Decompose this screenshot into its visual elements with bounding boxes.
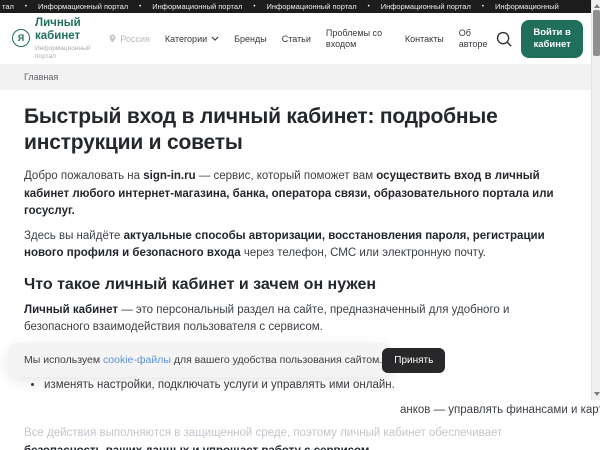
logo-subtitle-line1: Информационный	[35, 44, 91, 52]
logo-title-line2: кабинет	[35, 29, 81, 42]
vertical-scrollbar[interactable]	[591, 0, 600, 400]
chevron-down-icon	[211, 36, 219, 41]
scroll-down-arrow-icon[interactable]	[593, 392, 600, 396]
accept-cookies-button[interactable]: Принять	[382, 347, 446, 373]
security-paragraph: Все действия выполняются в защищенной ср…	[24, 425, 560, 450]
site-logo[interactable]: Я Личный кабинет Информационный портал	[12, 17, 90, 61]
logo-circle-icon: Я	[12, 28, 30, 47]
section-heading: Что такое личный кабинет и зачем он нуже…	[24, 275, 377, 293]
nav-region-selector[interactable]: Россия	[108, 33, 150, 44]
login-cabinet-button[interactable]: Войти в кабинет	[521, 19, 583, 58]
scrollbar-thumb[interactable]	[593, 10, 600, 56]
list-item: изменять настройки, подключать услуги и …	[44, 377, 560, 394]
text-run: через телефон, СМС или электронную почту…	[240, 247, 486, 259]
ticker-item: тал	[2, 2, 14, 11]
breadcrumb: Главная	[0, 64, 591, 90]
text-run-bold: безопасность ваших данных и упрощает раб…	[24, 445, 373, 450]
logo-subtitle-line2: портал	[35, 52, 56, 60]
nav-region-label: Россия	[120, 33, 150, 44]
scroll-up-arrow-icon[interactable]	[593, 4, 600, 8]
info-portal-ticker: тал • Информационный портал • Информацио…	[0, 0, 591, 13]
article-content: Быстрый вход в личный кабинет: подробные…	[0, 90, 600, 450]
text-run: Здесь вы найдёте	[24, 229, 124, 242]
location-pin-icon	[110, 34, 116, 43]
page: тал • Информационный портал • Информацио…	[0, 0, 600, 450]
main-nav: Россия Категории Бренды Статьи Проблемы …	[108, 28, 492, 49]
nav-categories[interactable]: Категории	[165, 34, 219, 44]
bullet-separator-icon: •	[24, 3, 28, 10]
cookie-text: Мы используем cookie-файлы для вашего уд…	[24, 354, 382, 366]
text-run: — сервис, который поможет вам	[195, 170, 377, 182]
text-run: Мы используем	[24, 354, 104, 366]
ticker-item: Информационный портал	[152, 2, 243, 11]
intro-paragraph: Добро пожаловать на sign-in.ru — сервис,…	[24, 168, 560, 221]
search-icon	[496, 31, 512, 47]
nav-about[interactable]: Об авторе	[459, 28, 493, 49]
nav-login-problems[interactable]: Проблемы со входом	[326, 28, 390, 49]
cookie-files-link[interactable]: cookie-файлы	[103, 354, 171, 366]
ticker-item: Информационный портал	[38, 2, 129, 11]
bullet-separator-icon: •	[139, 3, 142, 10]
bullet-separator-icon: •	[367, 3, 370, 10]
ticker-item: Информационный портал	[380, 2, 471, 11]
nav-articles[interactable]: Статьи	[282, 34, 311, 44]
ticker-item: Информационный портал	[266, 2, 357, 11]
partially-hidden-paragraph: анков — управлять финансами и картами,	[400, 404, 600, 416]
text-run-faded: Все действия выполняются в защищенной ср…	[24, 427, 503, 439]
cookie-banner: Мы используем cookie-файлы для вашего уд…	[8, 343, 446, 377]
nav-categories-label: Категории	[164, 33, 208, 44]
bullet-separator-icon: •	[253, 3, 256, 10]
text-run: Добро пожаловать на	[24, 170, 144, 182]
nav-contacts[interactable]: Контакты	[405, 34, 444, 44]
bullet-separator-icon: •	[481, 3, 484, 10]
definition-paragraph: Личный кабинет — это персональный раздел…	[24, 302, 560, 337]
site-domain-bold: sign-in.ru	[143, 170, 196, 182]
page-title: Быстрый вход в личный кабинет: подробные…	[24, 105, 498, 154]
breadcrumb-home[interactable]: Главная	[24, 72, 58, 82]
logo-title-line1: Личный	[35, 16, 81, 29]
text-run-bold: Личный кабинет	[24, 303, 118, 316]
second-paragraph: Здесь вы найдёте актуальные способы авто…	[24, 228, 560, 263]
logo-letter: Я	[17, 32, 25, 43]
site-header: Я Личный кабинет Информационный портал Р…	[0, 13, 591, 64]
ticker-item: Информационный	[494, 2, 559, 11]
nav-brands[interactable]: Бренды	[234, 34, 267, 44]
text-run: для вашего удобства пользования сайтом.	[170, 354, 383, 366]
search-button[interactable]	[493, 24, 515, 54]
